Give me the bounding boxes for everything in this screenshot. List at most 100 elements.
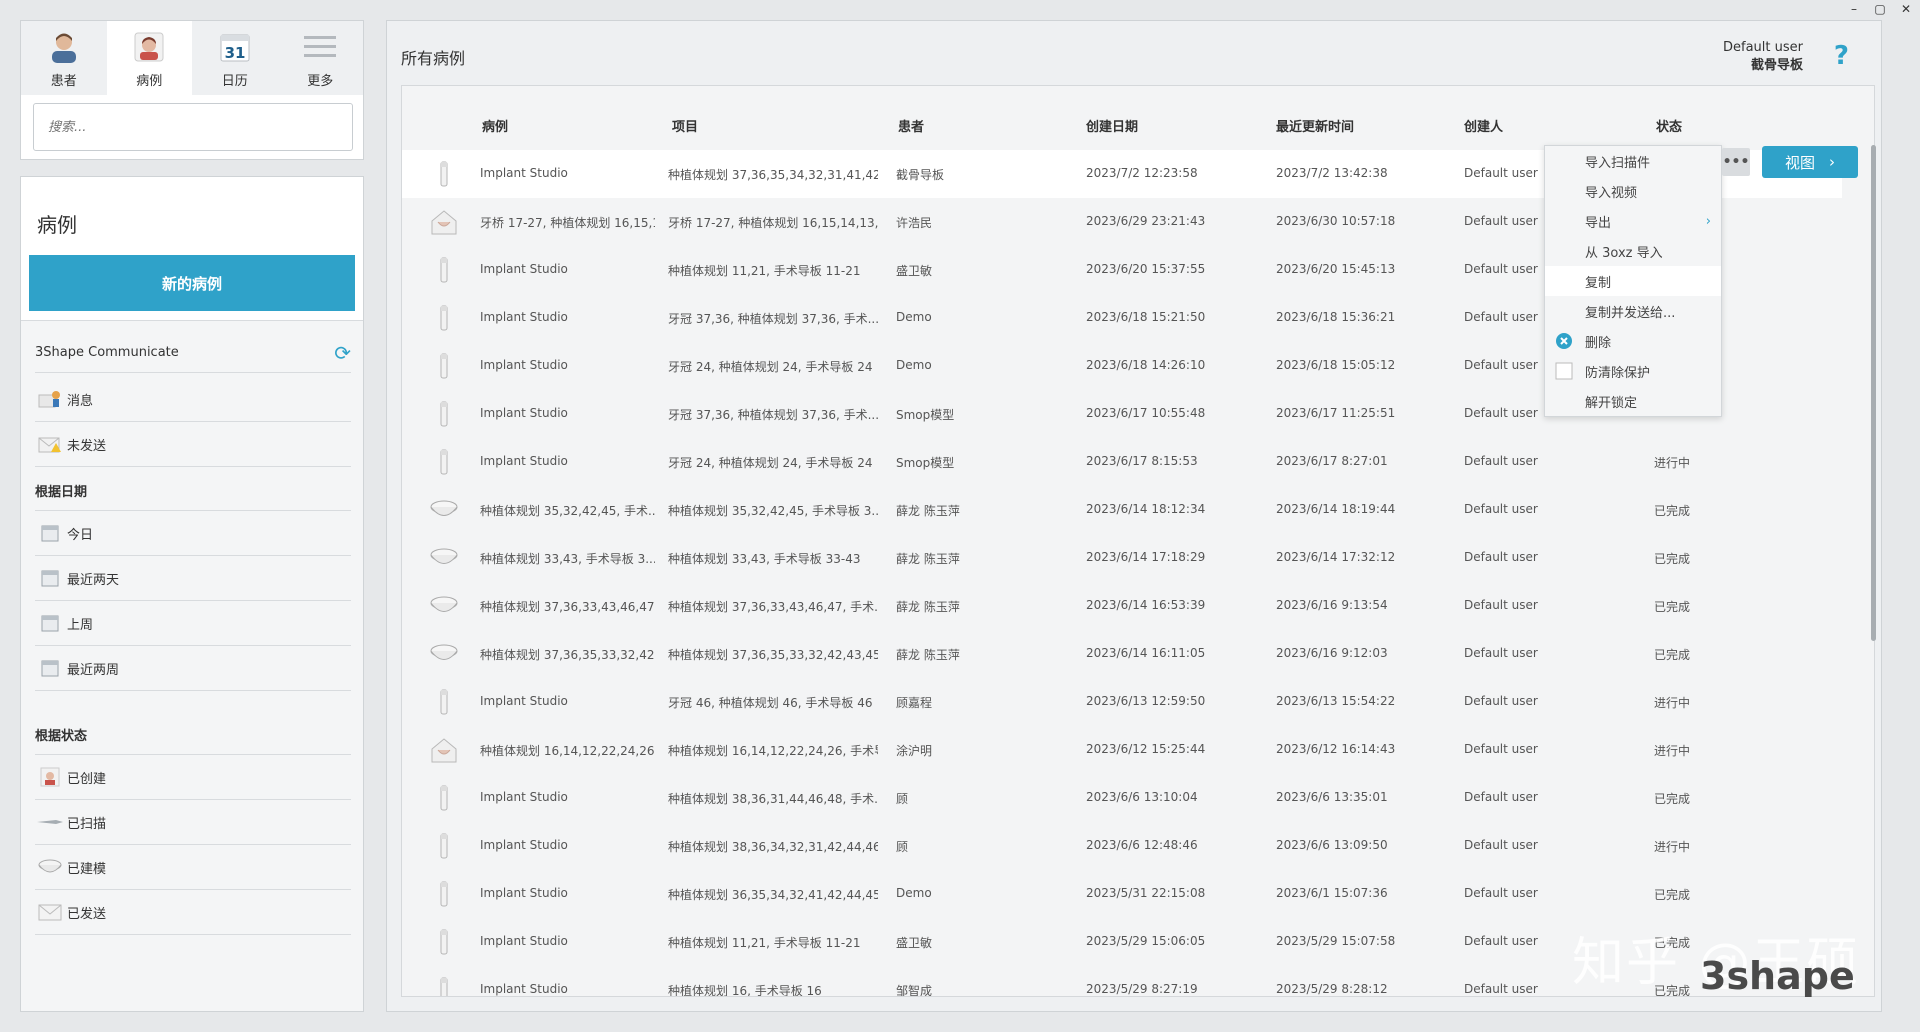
sidebar-item-last-two-weeks[interactable]: 最近两周 xyxy=(35,646,351,691)
cell-case: Implant Studio xyxy=(480,262,568,276)
cell-created: 2023/6/14 18:12:34 xyxy=(1086,502,1206,516)
sidebar-item-today[interactable]: 今日 xyxy=(35,511,351,556)
cell-updated: 2023/6/6 13:35:01 xyxy=(1276,790,1388,804)
cell-case: Implant Studio xyxy=(480,982,568,996)
col-created[interactable]: 创建日期 xyxy=(1086,116,1138,135)
cell-updated: 2023/6/13 15:54:22 xyxy=(1276,694,1396,708)
table-row[interactable]: 种植体规划 37,36,33,43,46,47,... 种植体规划 37,36,3… xyxy=(402,582,1842,630)
menu-export[interactable]: 导出 › xyxy=(1545,206,1721,236)
implant-case-icon xyxy=(428,398,460,430)
tab-cases[interactable]: 病例 xyxy=(106,21,192,95)
sidebar-item-created[interactable]: 已创建 xyxy=(35,755,351,800)
table-row[interactable]: Implant Studio 牙冠 46, 种植体规划 46, 手术导板 46 顾嘉… xyxy=(402,678,1842,726)
menu-copy[interactable]: 复制 xyxy=(1545,266,1721,296)
cell-patient: 顾 xyxy=(896,792,909,806)
table-row[interactable]: 种植体规划 35,32,42,45, 手术... 种植体规划 35,32,42,4… xyxy=(402,486,1842,534)
sidebar-item-unsent[interactable]: 未发送 xyxy=(35,422,351,467)
close-button[interactable]: ✕ xyxy=(1898,2,1914,16)
table-row[interactable]: Implant Studio 种植体规划 38,36,31,44,46,48, 手… xyxy=(402,774,1842,822)
cell-case: Implant Studio xyxy=(480,838,568,852)
cell-case: Implant Studio xyxy=(480,454,568,468)
bowl-case-icon xyxy=(428,590,460,622)
cell-updated: 2023/6/18 15:36:21 xyxy=(1276,310,1396,324)
cell-created: 2023/6/13 12:59:50 xyxy=(1086,694,1206,708)
table-row[interactable]: 种植体规划 16,14,12,22,24,26,... 种植体规划 16,14,1… xyxy=(402,726,1842,774)
cell-status: 已完成 xyxy=(1654,504,1691,518)
col-case[interactable]: 病例 xyxy=(482,116,508,135)
table-row[interactable]: Implant Studio 种植体规划 36,35,34,32,41,42,44… xyxy=(402,870,1842,918)
section-by-status: 根据状态 xyxy=(35,711,351,755)
minimize-button[interactable]: – xyxy=(1846,2,1862,16)
menu-import-scan[interactable]: 导入扫描件 xyxy=(1545,146,1721,176)
cell-patient: 盛卫敏 xyxy=(896,936,933,950)
cell-project: 牙冠 24, 种植体规划 24, 手术导板 24 xyxy=(668,360,873,374)
col-project[interactable]: 项目 xyxy=(672,116,698,135)
menu-label: 复制并发送给... xyxy=(1585,305,1676,321)
svg-text:31: 31 xyxy=(224,44,245,62)
view-button[interactable]: 视图 › xyxy=(1762,146,1858,178)
sidebar-item-scanned[interactable]: 已扫描 xyxy=(35,800,351,845)
sidebar-item-label: 上周 xyxy=(67,617,94,633)
col-updated[interactable]: 最近更新时间 xyxy=(1276,116,1354,135)
nav-panel: 患者 病例 31 日历 更多 xyxy=(20,20,364,160)
cell-creator: Default user xyxy=(1464,310,1538,324)
section-label: 根据状态 xyxy=(35,729,88,744)
communicate-label: 3Shape Communicate xyxy=(35,345,179,360)
menu-unlock[interactable]: 解开锁定 xyxy=(1545,386,1721,416)
table-scrollbar[interactable] xyxy=(1871,145,1876,641)
search-input[interactable] xyxy=(33,103,353,151)
checkbox-icon[interactable] xyxy=(1555,362,1573,380)
menu-import-video[interactable]: 导入视频 xyxy=(1545,176,1721,206)
menu-label: 导出 xyxy=(1585,215,1612,231)
tab-more[interactable]: 更多 xyxy=(277,21,363,95)
cell-project: 种植体规划 11,21, 手术导板 11-21 xyxy=(668,936,861,950)
cell-status: 已完成 xyxy=(1654,792,1691,806)
table-row[interactable]: Implant Studio 牙冠 24, 种植体规划 24, 手术导板 24 Sm… xyxy=(402,438,1842,486)
sidebar-item-last-week[interactable]: 上周 xyxy=(35,601,351,646)
new-case-button[interactable]: 新的病例 xyxy=(29,255,355,311)
bowl-case-icon xyxy=(428,542,460,574)
sidebar-item-modeled[interactable]: 已建模 xyxy=(35,845,351,890)
cell-patient: 薛龙 陈玉萍 xyxy=(896,552,960,566)
cell-patient: 盛卫敏 xyxy=(896,264,933,278)
cell-created: 2023/6/17 10:55:48 xyxy=(1086,406,1206,420)
menu-copy-send[interactable]: 复制并发送给... xyxy=(1545,296,1721,326)
tab-label: 病例 xyxy=(136,73,163,89)
cell-project: 种植体规划 37,36,33,43,46,47, 手术... xyxy=(668,600,878,614)
help-icon[interactable]: ? xyxy=(1834,41,1849,71)
table-row[interactable]: 种植体规划 33,43, 手术导板 3... 种植体规划 33,43, 手术导板 … xyxy=(402,534,1842,582)
more-options-button[interactable]: ••• xyxy=(1722,148,1750,176)
calendar-two-weeks-icon xyxy=(35,657,65,679)
tab-patients[interactable]: 患者 xyxy=(21,21,107,95)
sidebar-item-messages[interactable]: 消息 xyxy=(35,377,351,422)
menu-protect[interactable]: 防清除保护 xyxy=(1545,356,1721,386)
cell-status: 进行中 xyxy=(1654,840,1691,854)
menu-label: 导入视频 xyxy=(1585,185,1638,201)
menu-import-3oxz[interactable]: 从 3oxz 导入 xyxy=(1545,236,1721,266)
sidebar-item-label: 已发送 xyxy=(67,906,107,922)
sidebar-item-sent[interactable]: 已发送 xyxy=(35,890,351,935)
menu-label: 解开锁定 xyxy=(1585,395,1638,411)
cell-creator: Default user xyxy=(1464,166,1538,180)
house-case-icon xyxy=(428,206,460,238)
col-creator[interactable]: 创建人 xyxy=(1464,116,1503,135)
col-status[interactable]: 状态 xyxy=(1656,116,1682,135)
cell-creator: Default user xyxy=(1464,694,1538,708)
tab-calendar[interactable]: 31 日历 xyxy=(192,21,278,95)
table-row[interactable]: 种植体规划 37,36,35,33,32,42,... 种植体规划 37,36,3… xyxy=(402,630,1842,678)
cell-updated: 2023/6/16 9:13:54 xyxy=(1276,598,1388,612)
sidebar-item-label: 已创建 xyxy=(67,771,107,787)
cell-creator: Default user xyxy=(1464,358,1538,372)
cell-case: Implant Studio xyxy=(480,406,568,420)
cell-updated: 2023/5/29 15:07:58 xyxy=(1276,934,1396,948)
col-patient[interactable]: 患者 xyxy=(898,116,924,135)
refresh-icon[interactable]: ⟳ xyxy=(334,341,351,365)
table-row[interactable]: Implant Studio 种植体规划 38,36,34,32,31,42,44… xyxy=(402,822,1842,870)
communicate-section[interactable]: 3Shape Communicate ⟳ xyxy=(35,333,351,373)
menu-label: 导入扫描件 xyxy=(1585,155,1651,171)
sidebar-item-last-two-days[interactable]: 最近两天 xyxy=(35,556,351,601)
menu-delete[interactable]: 删除 xyxy=(1545,326,1721,356)
sidebar-item-label: 消息 xyxy=(67,393,94,409)
maximize-button[interactable]: ▢ xyxy=(1872,2,1888,16)
cell-creator: Default user xyxy=(1464,934,1538,948)
